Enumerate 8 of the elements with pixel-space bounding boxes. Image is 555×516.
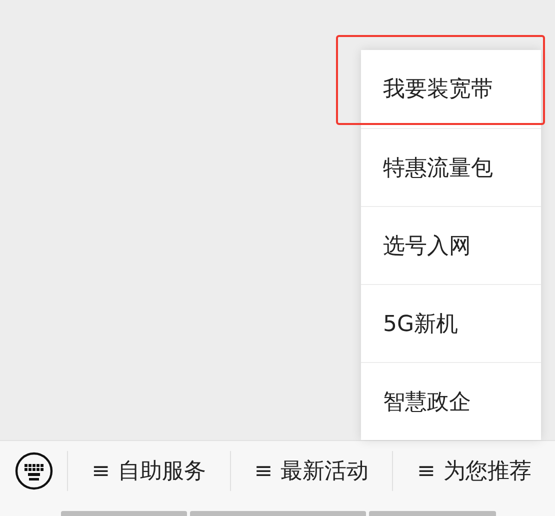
keyboard-icon [14, 452, 52, 490]
menu-item[interactable]: 5G新机 [361, 284, 541, 362]
menu-item[interactable]: 选号入网 [361, 206, 541, 284]
menu-tab[interactable]: ≡ 自助服务 [67, 451, 230, 491]
menu-tab[interactable]: ≡ 最新活动 [230, 451, 392, 491]
menu-item[interactable]: 特惠流量包 [361, 128, 541, 206]
menu-tab[interactable]: ≡ 为您推荐 [392, 451, 555, 491]
menu-item[interactable]: 我要装宽带 [361, 50, 541, 128]
